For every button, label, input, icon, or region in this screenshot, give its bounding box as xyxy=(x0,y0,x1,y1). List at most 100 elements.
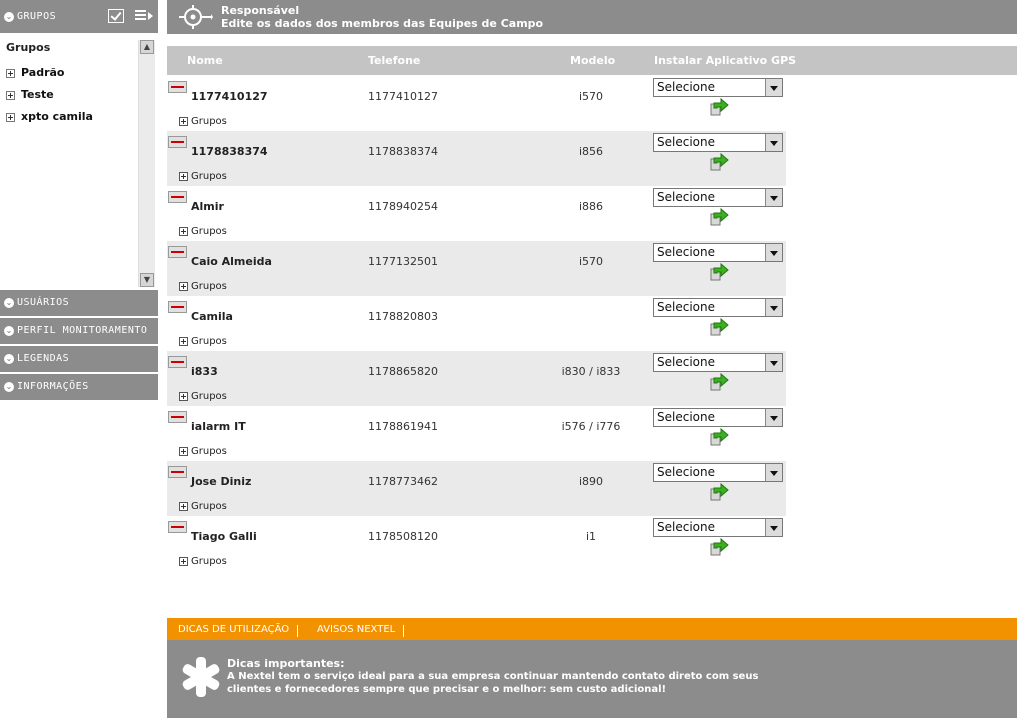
gps-app-select[interactable]: Selecione xyxy=(653,408,783,427)
table-row: Camila 1178820803 Grupos Selecione xyxy=(167,296,786,351)
gps-app-select[interactable]: Selecione xyxy=(653,353,783,372)
dropdown-arrow-icon[interactable] xyxy=(765,354,782,371)
chevron-down-icon: ⌄ xyxy=(4,298,14,308)
member-phone: 1177410127 xyxy=(368,90,438,103)
member-model: i570 xyxy=(578,255,604,268)
install-gps-icon[interactable] xyxy=(709,318,729,336)
tree-title: Grupos xyxy=(6,41,51,54)
scroll-up-icon[interactable]: ▲ xyxy=(140,40,154,54)
dropdown-arrow-icon[interactable] xyxy=(765,519,782,536)
install-gps-icon[interactable] xyxy=(709,538,729,556)
gps-app-select[interactable]: Selecione xyxy=(653,133,783,152)
tab-divider xyxy=(403,625,404,637)
expand-icon[interactable] xyxy=(179,226,188,236)
expand-icon[interactable] xyxy=(179,336,188,346)
expand-icon[interactable] xyxy=(179,556,188,566)
groups-panel-header[interactable]: ⌄ GRUPOS xyxy=(0,0,158,34)
groups-expander[interactable]: Grupos xyxy=(179,116,227,127)
expand-icon[interactable] xyxy=(179,501,188,511)
groups-expander[interactable]: Grupos xyxy=(179,226,227,237)
gps-app-select[interactable]: Selecione xyxy=(653,188,783,207)
member-name: ialarm IT xyxy=(191,420,246,433)
remove-member-icon[interactable] xyxy=(168,191,187,203)
dropdown-arrow-icon[interactable] xyxy=(765,299,782,316)
gps-app-select[interactable]: Selecione xyxy=(653,243,783,262)
checkbox-icon[interactable] xyxy=(108,9,124,23)
gps-app-select[interactable]: Selecione xyxy=(653,463,783,482)
dropdown-arrow-icon[interactable] xyxy=(765,464,782,481)
groups-expander[interactable]: Grupos xyxy=(179,391,227,402)
remove-member-icon[interactable] xyxy=(168,466,187,478)
section-informacoes[interactable]: ⌄ INFORMAÇÕES xyxy=(0,374,158,401)
scroll-down-icon[interactable]: ▼ xyxy=(140,273,154,287)
member-name: Jose Diniz xyxy=(191,475,252,488)
tree-item-teste[interactable]: Teste xyxy=(6,88,54,101)
member-model: i856 xyxy=(578,145,604,158)
member-phone: 1178865820 xyxy=(368,365,438,378)
table-row: 1178838374 1178838374 i856 Grupos Selecione xyxy=(167,131,786,186)
tree-item-xpto-camila[interactable]: xpto camila xyxy=(6,110,93,123)
install-gps-icon[interactable] xyxy=(709,373,729,391)
groups-label: Grupos xyxy=(191,116,227,127)
remove-member-icon[interactable] xyxy=(168,246,187,258)
remove-member-icon[interactable] xyxy=(168,356,187,368)
remove-member-icon[interactable] xyxy=(168,301,187,313)
expand-icon[interactable] xyxy=(6,112,15,122)
section-label: PERFIL MONITORAMENTO xyxy=(17,325,148,336)
dropdown-arrow-icon[interactable] xyxy=(765,79,782,96)
member-name: Tiago Galli xyxy=(191,530,257,543)
install-gps-icon[interactable] xyxy=(709,483,729,501)
install-gps-icon[interactable] xyxy=(709,208,729,226)
install-gps-icon[interactable] xyxy=(709,153,729,171)
dropdown-arrow-icon[interactable] xyxy=(765,189,782,206)
remove-member-icon[interactable] xyxy=(168,81,187,93)
section-label: INFORMAÇÕES xyxy=(17,381,89,392)
groups-label: Grupos xyxy=(191,556,227,567)
select-value: Selecione xyxy=(657,300,715,314)
table-row: Almir 1178940254 i886 Grupos Selecione xyxy=(167,186,786,241)
section-label: USUÁRIOS xyxy=(17,297,70,308)
tips-tab-bar: DICAS DE UTILIZAÇÃO AVISOS NEXTEL xyxy=(167,618,1017,640)
gps-app-select[interactable]: Selecione xyxy=(653,518,783,537)
expand-icon[interactable] xyxy=(6,90,15,100)
groups-expander[interactable]: Grupos xyxy=(179,281,227,292)
install-gps-icon[interactable] xyxy=(709,428,729,446)
tree-scrollbar[interactable]: ▲ ▼ xyxy=(138,40,155,287)
member-model: i1 xyxy=(585,530,597,543)
tips-panel: Dicas importantes: A Nextel tem o serviç… xyxy=(167,640,1017,718)
install-gps-icon[interactable] xyxy=(709,98,729,116)
groups-expander[interactable]: Grupos xyxy=(179,446,227,457)
expand-icon[interactable] xyxy=(179,116,188,126)
remove-member-icon[interactable] xyxy=(168,136,187,148)
section-legendas[interactable]: ⌄ LEGENDAS xyxy=(0,346,158,373)
tab-avisos-nextel[interactable]: AVISOS NEXTEL xyxy=(317,624,395,635)
tree-item-padrao[interactable]: Padrão xyxy=(6,66,64,79)
remove-member-icon[interactable] xyxy=(168,521,187,533)
expand-icon[interactable] xyxy=(179,281,188,291)
install-gps-icon[interactable] xyxy=(709,263,729,281)
tab-dicas-de-utilizacao[interactable]: DICAS DE UTILIZAÇÃO xyxy=(178,624,289,635)
groups-expander[interactable]: Grupos xyxy=(179,556,227,567)
expand-icon[interactable] xyxy=(6,68,15,78)
groups-label: Grupos xyxy=(191,501,227,512)
member-model: i576 / i776 xyxy=(561,420,621,433)
dropdown-arrow-icon[interactable] xyxy=(765,134,782,151)
groups-expander[interactable]: Grupos xyxy=(179,171,227,182)
chevron-down-icon[interactable]: ⌄ xyxy=(4,12,14,22)
gps-app-select[interactable]: Selecione xyxy=(653,78,783,97)
groups-expander[interactable]: Grupos xyxy=(179,336,227,347)
expand-icon[interactable] xyxy=(179,446,188,456)
member-name: Caio Almeida xyxy=(191,255,272,268)
dropdown-arrow-icon[interactable] xyxy=(765,409,782,426)
gps-app-select[interactable]: Selecione xyxy=(653,298,783,317)
expand-icon[interactable] xyxy=(179,391,188,401)
expand-icon[interactable] xyxy=(179,171,188,181)
member-model: i570 xyxy=(578,90,604,103)
section-usuarios[interactable]: ⌄ USUÁRIOS xyxy=(0,290,158,317)
dropdown-arrow-icon[interactable] xyxy=(765,244,782,261)
edit-list-icon[interactable] xyxy=(135,9,153,23)
remove-member-icon[interactable] xyxy=(168,411,187,423)
section-perfil-monitoramento[interactable]: ⌄ PERFIL MONITORAMENTO xyxy=(0,318,158,345)
groups-expander[interactable]: Grupos xyxy=(179,501,227,512)
select-value: Selecione xyxy=(657,520,715,534)
